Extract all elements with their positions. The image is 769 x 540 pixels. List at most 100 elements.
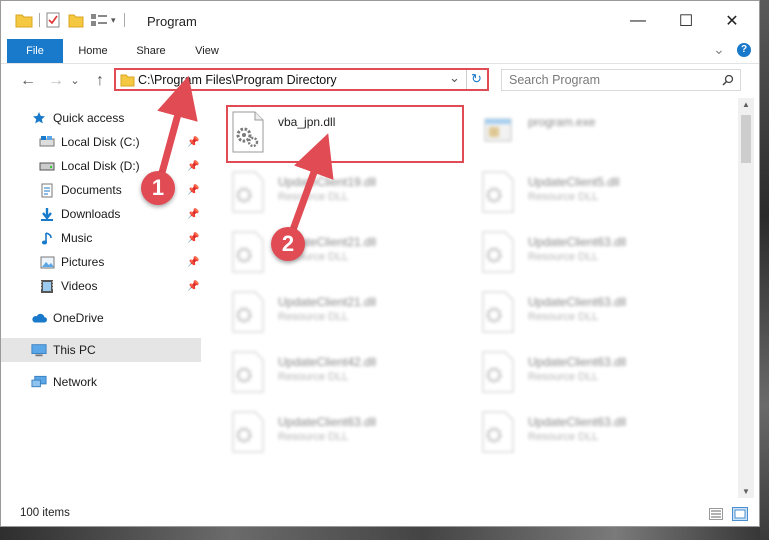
quick-access-toolbar: ▾	[15, 10, 133, 30]
file-item[interactable]: UpdateClient21.dll Resource DLL	[228, 286, 468, 342]
recent-locations-button[interactable]: ⌄	[69, 71, 81, 91]
close-button[interactable]: ✕	[709, 7, 755, 35]
vertical-scrollbar[interactable]: ▲ ▼	[738, 98, 754, 498]
file-item[interactable]: UpdateClient42.dll Resource DLL	[228, 346, 468, 402]
address-path[interactable]: C:\Program Files\Program Directory	[138, 73, 337, 87]
sidebar-item-quick-access[interactable]: Quick access	[1, 106, 201, 130]
dll-file-icon	[232, 171, 264, 213]
status-bar: 100 items	[1, 501, 759, 526]
refresh-icon[interactable]: ↻	[471, 71, 482, 87]
qa-dropdown-icon[interactable]: ▾	[111, 15, 116, 26]
documents-icon	[39, 182, 55, 198]
sidebar-item-music[interactable]: Music 📌	[1, 226, 201, 250]
file-name: UpdateClient5.dll	[528, 175, 620, 189]
search-box[interactable]: Search Program	[501, 69, 741, 91]
file-item[interactable]: UpdateClient63.dll Resource DLL	[478, 406, 718, 462]
dll-file-icon	[232, 291, 264, 333]
back-button[interactable]: ←	[18, 71, 38, 91]
file-type: Resource DLL	[278, 431, 349, 443]
dll-file-icon	[482, 291, 514, 333]
sidebar-item-pictures[interactable]: Pictures 📌	[1, 250, 201, 274]
network-icon	[31, 374, 47, 390]
address-dropdown-icon[interactable]: ⌄	[449, 70, 460, 86]
drive-icon	[39, 134, 55, 150]
minimize-button[interactable]: —	[615, 7, 661, 35]
sidebar-item-this-pc[interactable]: This PC	[1, 338, 201, 362]
file-type: Resource DLL	[528, 311, 599, 323]
address-bar[interactable]: C:\Program Files\Program Directory ⌄ ↻	[114, 68, 489, 91]
folder-icon	[15, 14, 33, 28]
search-icon[interactable]	[722, 74, 734, 86]
pin-icon[interactable]: 📌	[187, 137, 199, 148]
ribbon-expand-icon[interactable]: ⌄	[713, 41, 725, 58]
file-name: UpdateClient63.dll	[278, 415, 377, 429]
file-name: UpdateClient63.dll	[528, 295, 627, 309]
pin-icon[interactable]: 📌	[187, 161, 199, 172]
dll-file-icon	[232, 351, 264, 393]
tab-share[interactable]: Share	[129, 39, 173, 63]
sidebar-item-local-disk-c[interactable]: Local Disk (C:) 📌	[1, 130, 201, 154]
file-item[interactable]: UpdateClient19.dll Resource DLL	[228, 166, 468, 222]
file-type: Resource DLL	[528, 251, 599, 263]
large-icons-view-icon[interactable]	[732, 507, 748, 521]
pin-icon[interactable]: 📌	[187, 209, 199, 220]
pin-icon[interactable]: 📌	[187, 281, 199, 292]
sidebar-item-downloads[interactable]: Downloads 📌	[1, 202, 201, 226]
item-count: 100 items	[20, 507, 70, 519]
music-icon	[39, 230, 55, 246]
pin-icon[interactable]: 📌	[187, 257, 199, 268]
desktop-background	[0, 527, 769, 540]
sidebar-item-network[interactable]: Network	[1, 370, 201, 394]
file-type: Resource DLL	[278, 191, 349, 203]
file-item[interactable]: UpdateClient63.dll Resource DLL	[478, 226, 718, 282]
file-item[interactable]: UpdateClient63.dll Resource DLL	[478, 346, 718, 402]
file-type: Resource DLL	[278, 371, 349, 383]
file-type: Resource DLL	[278, 311, 349, 323]
search-input[interactable]: Search Program	[509, 73, 600, 87]
dll-file-icon	[482, 411, 514, 453]
maximize-button[interactable]: ☐	[663, 7, 709, 35]
scroll-down-icon[interactable]: ▼	[742, 487, 750, 496]
pin-icon[interactable]: 📌	[187, 233, 199, 244]
step-1-badge: 1	[141, 171, 175, 205]
scroll-up-icon[interactable]: ▲	[742, 100, 750, 109]
help-icon[interactable]: ?	[737, 43, 751, 57]
file-item[interactable]: UpdateClient63.dll Resource DLL	[228, 406, 468, 462]
properties-icon[interactable]	[46, 12, 60, 28]
tab-home[interactable]: Home	[71, 39, 115, 63]
new-folder-icon[interactable]	[68, 12, 84, 28]
cloud-icon	[31, 310, 47, 326]
file-item[interactable]: UpdateClient63.dll Resource DLL	[478, 286, 718, 342]
exe-file-icon	[484, 118, 512, 142]
ribbon: File Home Share View ⌄ ?	[1, 39, 759, 64]
drive-icon	[39, 158, 55, 174]
folder-icon	[120, 74, 135, 87]
forward-button[interactable]: →	[46, 71, 66, 91]
customize-icon[interactable]	[90, 13, 108, 27]
dll-file-icon	[482, 231, 514, 273]
navigation-pane: Quick access Local Disk (C:) 📌 Local Dis…	[1, 98, 206, 498]
tab-view[interactable]: View	[185, 39, 229, 63]
scrollbar-thumb[interactable]	[741, 115, 751, 163]
file-name: program.exe	[528, 115, 596, 129]
sidebar-item-onedrive[interactable]: OneDrive	[1, 306, 201, 330]
file-item[interactable]: UpdateClient21.dll Resource DLL	[228, 226, 468, 282]
title-bar: ▾ Program — ☐ ✕	[1, 1, 759, 39]
sidebar-item-videos[interactable]: Videos 📌	[1, 274, 201, 298]
up-button[interactable]: ↑	[90, 71, 110, 91]
file-item-program-exe[interactable]: program.exe	[478, 106, 718, 162]
star-icon	[31, 110, 47, 126]
file-item[interactable]: UpdateClient5.dll Resource DLL	[478, 166, 718, 222]
file-type: Resource DLL	[528, 371, 599, 383]
sidebar-item-local-disk-d[interactable]: Local Disk (D:) 📌	[1, 154, 201, 178]
explorer-window: ▾ Program — ☐ ✕ File Home Share View ⌄ ?…	[0, 0, 760, 527]
pictures-icon	[39, 254, 55, 270]
details-view-icon[interactable]	[709, 508, 723, 520]
file-highlight-box	[226, 105, 464, 163]
pin-icon[interactable]: 📌	[187, 185, 199, 196]
tab-file[interactable]: File	[7, 39, 63, 63]
dll-file-icon	[482, 351, 514, 393]
separator	[39, 13, 40, 27]
window-title: Program	[147, 14, 197, 29]
file-name: UpdateClient63.dll	[528, 415, 627, 429]
